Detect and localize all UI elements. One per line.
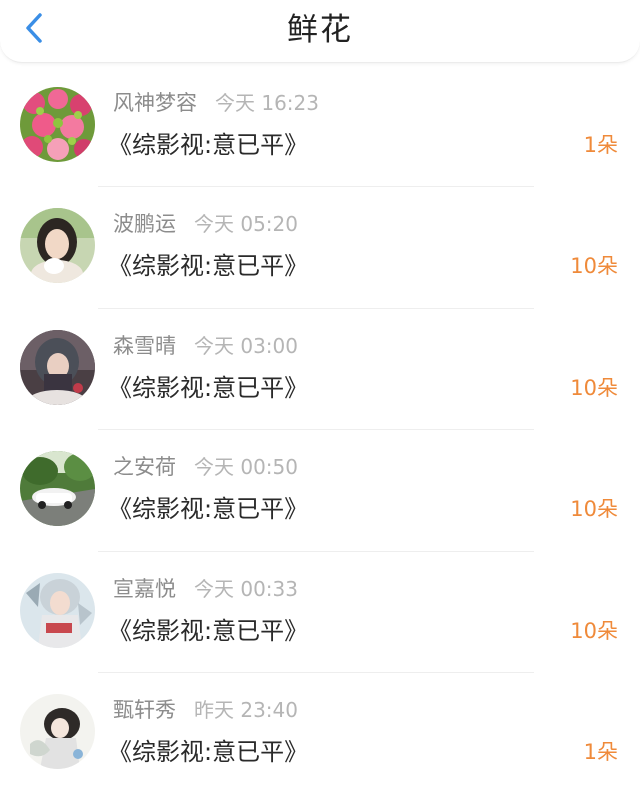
header-bar: 鲜花 (0, 0, 640, 63)
flower-count: 10朵 (570, 497, 618, 522)
timestamp: 今天 00:50 (194, 455, 298, 480)
list-item[interactable]: 之安荷 今天 00:50 《综影视:意已平》 10朵 (0, 430, 640, 552)
timestamp: 今天 16:23 (215, 91, 319, 115)
timestamp: 今天 05:20 (194, 212, 298, 237)
flower-count: 10朵 (570, 618, 618, 643)
timestamp: 今天 03:00 (194, 333, 298, 358)
user-name[interactable]: 宣嘉悦 (113, 577, 176, 601)
user-name[interactable]: 风神梦容 (113, 91, 197, 115)
list-item[interactable]: 甄轩秀 昨天 23:40 《综影视:意已平》 1朵 (0, 673, 640, 794)
avatar[interactable] (20, 572, 95, 648)
list-item[interactable]: 波鹏运 今天 05:20 《综影视:意已平》 10朵 (0, 187, 640, 309)
flower-count: 1朵 (583, 133, 618, 157)
avatar[interactable] (20, 693, 95, 769)
page-title: 鲜花 (287, 12, 353, 48)
book-title[interactable]: 《综影视:意已平》 (108, 371, 308, 405)
book-title[interactable]: 《综影视:意已平》 (108, 614, 308, 648)
book-title[interactable]: 《综影视:意已平》 (108, 735, 308, 769)
flower-count: 10朵 (570, 254, 618, 279)
list-item[interactable]: 宣嘉悦 今天 00:33 《综影视:意已平》 10朵 (0, 552, 640, 673)
list-item[interactable]: 森雪晴 今天 03:00 《综影视:意已平》 10朵 (0, 309, 640, 431)
flower-count: 10朵 (570, 375, 618, 400)
user-name[interactable]: 甄轩秀 (113, 698, 176, 722)
avatar[interactable] (20, 329, 95, 405)
flower-count: 1朵 (583, 739, 618, 764)
timestamp: 昨天 23:40 (194, 697, 298, 722)
book-title[interactable]: 《综影视:意已平》 (108, 249, 308, 283)
book-title[interactable]: 《综影视:意已平》 (108, 492, 308, 526)
user-name[interactable]: 森雪晴 (113, 334, 176, 358)
avatar[interactable] (20, 451, 95, 527)
user-name[interactable]: 波鹏运 (113, 212, 176, 236)
avatar[interactable] (20, 87, 95, 162)
avatar[interactable] (20, 208, 95, 284)
flower-list: 风神梦容 今天 16:23 《综影视:意已平》 1朵 波鹏运 今天 05:20 《综… (0, 66, 640, 794)
timestamp: 今天 00:33 (194, 576, 298, 601)
user-name[interactable]: 之安荷 (113, 455, 176, 479)
list-item[interactable]: 风神梦容 今天 16:23 《综影视:意已平》 1朵 (0, 66, 640, 188)
book-title[interactable]: 《综影视:意已平》 (108, 128, 308, 162)
